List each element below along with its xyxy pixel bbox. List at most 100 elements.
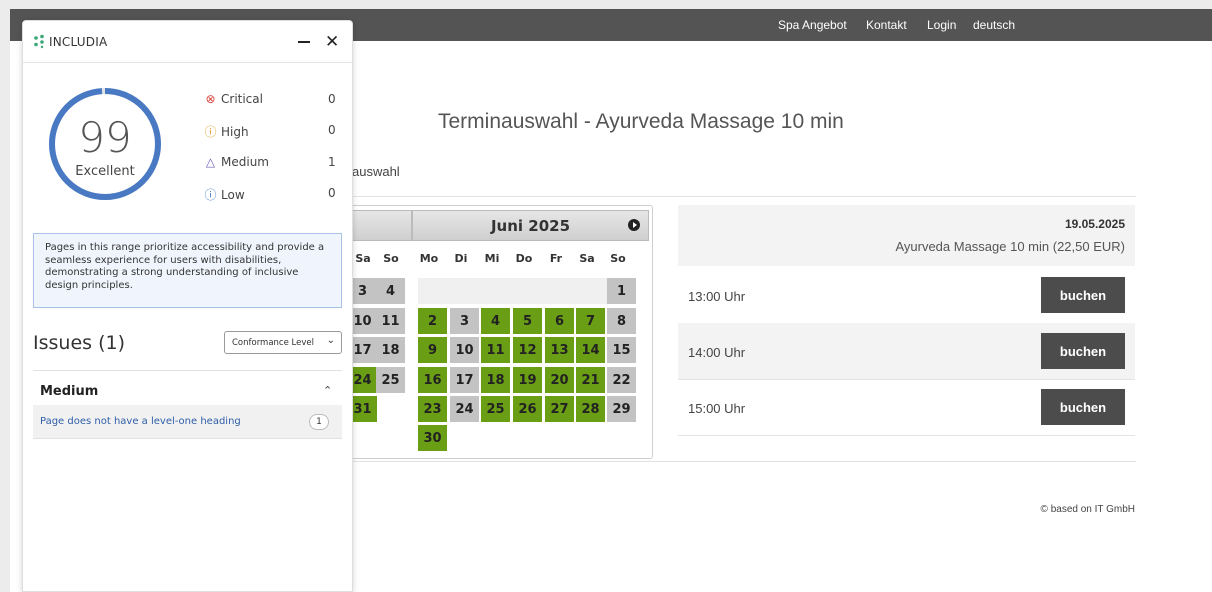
calendar-day: 4 [376, 278, 405, 304]
next-month-icon[interactable] [628, 219, 640, 231]
weekday-header: Di [454, 252, 468, 265]
calendar-day: 15 [607, 337, 636, 363]
time-slot-row: 13:00 Uhr buchen [678, 267, 1135, 324]
service-name: Ayurveda Massage 10 min (22,50 EUR) [895, 239, 1125, 254]
selected-date: 19.05.2025 [1064, 217, 1125, 231]
calendar-day[interactable]: 13 [545, 337, 574, 363]
calendar-day[interactable]: 23 [418, 396, 447, 422]
divider [33, 370, 342, 371]
severity-count: 0 [328, 186, 336, 200]
calendar-day: 22 [607, 367, 636, 393]
calendar-day[interactable]: 5 [513, 308, 542, 334]
weekday-header: Mo [419, 252, 439, 265]
conformance-level-select[interactable]: Conformance Level ⌄ [224, 331, 342, 354]
chevron-up-icon[interactable]: ⌃ [323, 384, 332, 397]
severity-high: ⓘ High [204, 123, 248, 140]
calendar-day[interactable]: 26 [513, 396, 542, 422]
calendar-day[interactable]: 7 [576, 308, 605, 334]
weekday-header: Sa [355, 252, 371, 265]
includia-logo-icon [34, 34, 44, 49]
issue-text: Page does not have a level-one heading [40, 416, 241, 427]
time-slot-row: 14:00 Uhr buchen [678, 323, 1135, 380]
score-rating: Excellent [75, 164, 134, 179]
panel-header: INCLUDIA ✕ [23, 21, 352, 63]
issues-title: Issues (1) [33, 332, 125, 354]
x-circle-icon: ⊗ [205, 92, 216, 106]
calendar-day[interactable]: 9 [418, 337, 447, 363]
date-picker: Juni 2025 Sa So Mo Di Mi Do Fr Sa So 3 4 10 11 17 18 24… [348, 205, 653, 459]
calendar-day: 11 [376, 308, 405, 334]
slot-time: 14:00 Uhr [688, 345, 746, 360]
weekday-header: So [383, 252, 399, 265]
nav-login[interactable]: Login [927, 18, 956, 32]
breadcrumb-step: auswahl [352, 164, 400, 179]
calendar-day[interactable]: 25 [481, 396, 510, 422]
booking-summary: 19.05.2025 Ayurveda Massage 10 min (22,5… [678, 205, 1135, 266]
calendar-day[interactable]: 21 [576, 367, 605, 393]
severity-medium: △ Medium [204, 155, 269, 169]
panel-brand: INCLUDIA [49, 35, 108, 49]
issue-item[interactable]: Page does not have a level-one heading 1 [33, 405, 342, 439]
slot-time: 13:00 Uhr [688, 289, 746, 304]
weekday-header: Fr [549, 252, 563, 265]
calendar-day[interactable]: 20 [545, 367, 574, 393]
weekday-header: So [610, 252, 626, 265]
minimize-icon[interactable] [298, 41, 310, 43]
calendar-day[interactable]: 11 [481, 337, 510, 363]
severity-count: 0 [328, 92, 336, 106]
calendar-day: 10 [450, 337, 479, 363]
calendar-day: 1 [607, 278, 636, 304]
weekday-header: Do [515, 252, 533, 265]
calendar-day[interactable]: 28 [576, 396, 605, 422]
time-slot-row: 15:00 Uhr buchen [678, 379, 1135, 436]
calendar-day: 8 [607, 308, 636, 334]
nav-spa-angebot[interactable]: Spa Angebot [778, 18, 847, 32]
chevron-down-icon: ⌄ [326, 335, 335, 346]
calendar-day[interactable]: 6 [545, 308, 574, 334]
calendar-day: 29 [607, 396, 636, 422]
calendar-day[interactable]: 14 [576, 337, 605, 363]
divider [352, 461, 1136, 462]
slot-time: 15:00 Uhr [688, 401, 746, 416]
book-button[interactable]: buchen [1041, 333, 1125, 369]
severity-count: 1 [328, 155, 336, 169]
calendar-day[interactable]: 30 [418, 425, 447, 451]
divider [352, 196, 1136, 197]
includia-accessibility-panel: INCLUDIA ✕ 99 Excellent ⊗ Critical 0 ⓘ Hig… [22, 20, 353, 592]
calendar-day: 25 [376, 367, 405, 393]
book-button[interactable]: buchen [1041, 277, 1125, 313]
warning-triangle-icon: △ [205, 155, 216, 169]
weekday-header: Mi [484, 252, 500, 265]
severity-count: 0 [328, 123, 336, 137]
accessibility-score-gauge: 99 Excellent [49, 88, 161, 200]
issue-group-medium[interactable]: Medium [40, 384, 98, 399]
month-header: Juni 2025 [412, 210, 649, 241]
calendar-day[interactable]: 19 [513, 367, 542, 393]
calendar-day[interactable]: 12 [513, 337, 542, 363]
nav-language[interactable]: deutsch [973, 18, 1015, 32]
calendar-day[interactable]: 2 [418, 308, 447, 334]
calendar-day[interactable]: 18 [481, 367, 510, 393]
severity-label: Low [221, 188, 245, 202]
issue-count-badge: 1 [309, 414, 329, 430]
score-value: 99 [78, 113, 131, 162]
severity-label: Medium [221, 155, 269, 169]
month-title: Juni 2025 [490, 217, 571, 235]
alert-circle-icon: ⓘ [204, 125, 217, 139]
nav-kontakt[interactable]: Kontakt [866, 18, 907, 32]
calendar-day[interactable]: 27 [545, 396, 574, 422]
calendar-day[interactable]: 4 [481, 308, 510, 334]
score-description: Pages in this range prioritize accessibi… [33, 233, 342, 308]
severity-label: Critical [221, 92, 263, 106]
prev-month-header [350, 210, 412, 241]
calendar-day[interactable]: 16 [418, 367, 447, 393]
info-circle-icon: ⓘ [204, 188, 217, 202]
book-button[interactable]: buchen [1041, 389, 1125, 425]
severity-critical: ⊗ Critical [204, 92, 263, 106]
select-label: Conformance Level [232, 338, 314, 348]
calendar-day: 18 [376, 337, 405, 363]
weekday-header: Sa [579, 252, 595, 265]
close-icon[interactable]: ✕ [325, 32, 339, 52]
calendar-empty-cells [418, 278, 608, 304]
calendar-day: 17 [450, 367, 479, 393]
